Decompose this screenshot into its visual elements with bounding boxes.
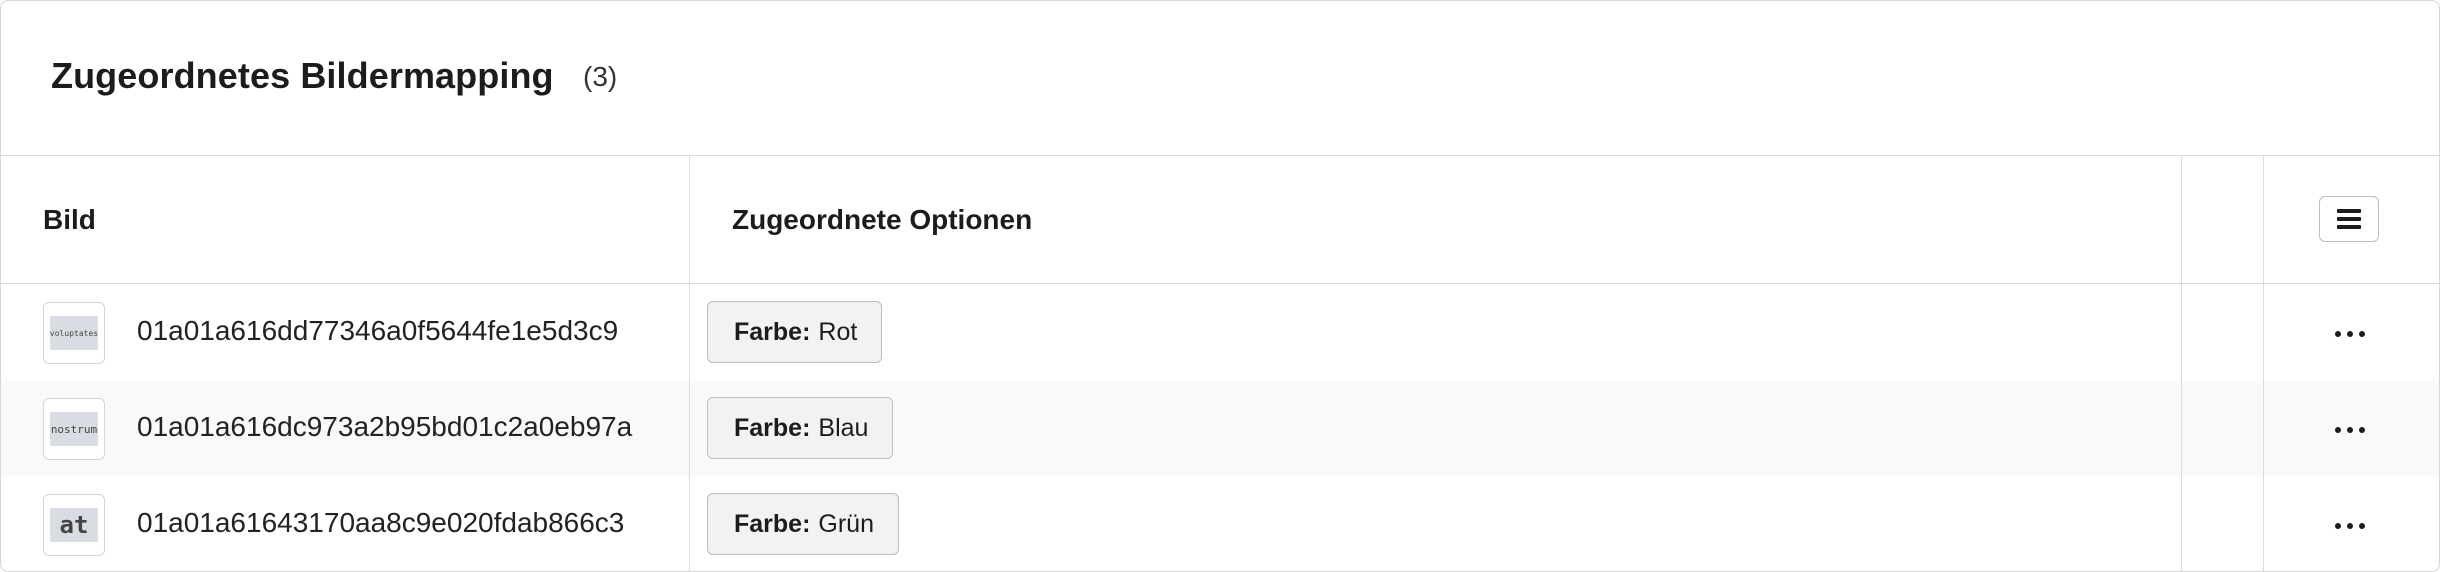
column-header-image: Bild <box>43 204 96 235</box>
thumbnail-image: voluptates <box>50 316 98 350</box>
thumbnail-image: at <box>50 508 98 542</box>
image-thumbnail[interactable]: at <box>43 494 105 556</box>
table-header: Bild Zugeordnete Optionen <box>1 156 2439 284</box>
option-value: Blau <box>818 413 869 442</box>
card-header: Zugeordnetes Bildermapping (3) <box>1 1 2439 156</box>
item-count: (3) <box>583 61 618 92</box>
option-value: Grün <box>818 509 874 538</box>
column-divider <box>2263 156 2264 571</box>
table-row[interactable]: at 01a01a61643170aa8c9e020fdab866c3 Farb… <box>1 477 2439 571</box>
image-thumbnail[interactable]: voluptates <box>43 302 105 364</box>
column-menu-button[interactable] <box>2319 196 2379 242</box>
more-horizontal-icon[interactable] <box>2335 523 2365 529</box>
image-id: 01a01a616dc973a2b95bd01c2a0eb97a <box>137 411 633 442</box>
option-label: Farbe: <box>734 317 811 346</box>
more-horizontal-icon[interactable] <box>2335 331 2365 337</box>
option-tag[interactable]: Farbe: Blau <box>707 397 894 459</box>
image-id: 01a01a616dd77346a0f5644fe1e5d3c9 <box>137 315 619 346</box>
option-label: Farbe: <box>734 509 811 538</box>
hamburger-menu-icon-bar <box>2337 217 2361 221</box>
card-title: Zugeordnetes Bildermapping <box>51 55 554 96</box>
column-divider <box>689 156 690 571</box>
image-mapping-card: Zugeordnetes Bildermapping (3) Bild Zuge… <box>0 0 2440 572</box>
more-horizontal-icon[interactable] <box>2335 427 2365 433</box>
hamburger-menu-icon <box>2337 209 2361 213</box>
image-thumbnail[interactable]: nostrum <box>43 398 105 460</box>
column-divider <box>2181 156 2182 571</box>
option-tag[interactable]: Farbe: Rot <box>707 301 883 363</box>
option-tag[interactable]: Farbe: Grün <box>707 493 899 555</box>
option-value: Rot <box>818 317 858 346</box>
thumbnail-image: nostrum <box>50 412 98 446</box>
hamburger-menu-icon-bar <box>2337 225 2361 229</box>
thumbnail-text: nostrum <box>50 422 98 436</box>
thumbnail-text: voluptates <box>50 328 98 338</box>
column-header-options: Zugeordnete Optionen <box>732 204 1033 235</box>
option-label: Farbe: <box>734 413 811 442</box>
table-row[interactable]: nostrum 01a01a616dc973a2b95bd01c2a0eb97a… <box>1 381 2439 477</box>
image-id: 01a01a61643170aa8c9e020fdab866c3 <box>137 507 625 538</box>
thumbnail-text: at <box>59 511 89 539</box>
table-row[interactable]: voluptates 01a01a616dd77346a0f5644fe1e5d… <box>1 285 2439 381</box>
